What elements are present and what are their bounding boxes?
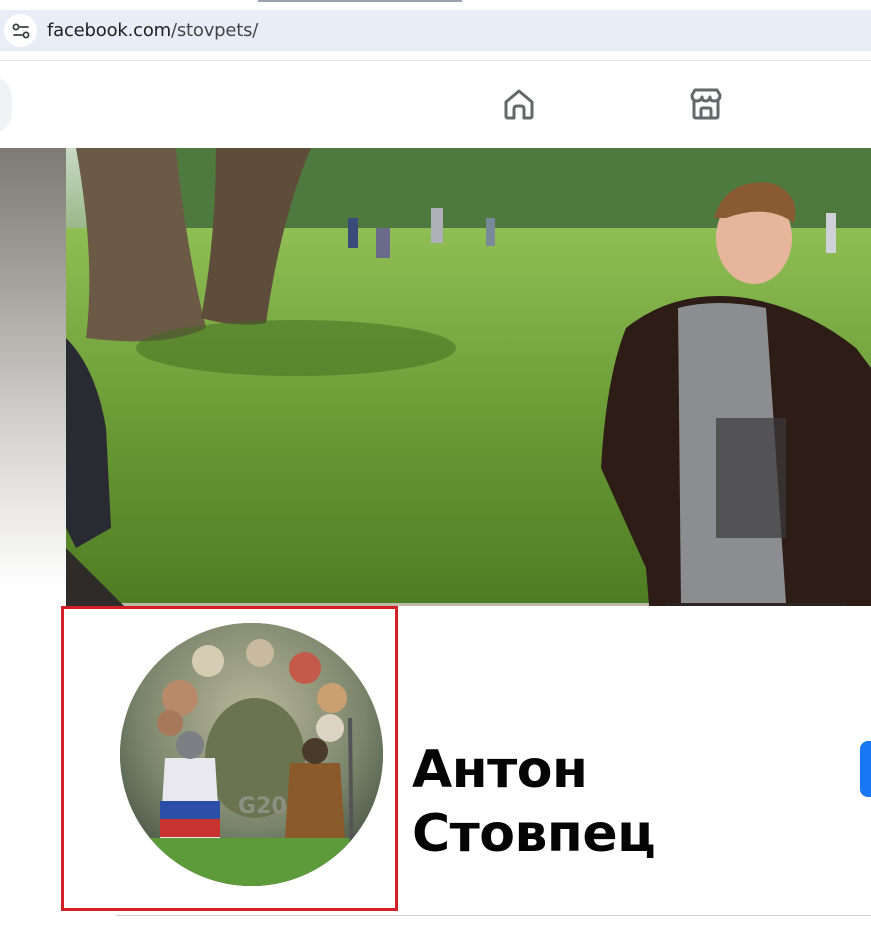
search-pill[interactable] [0,77,12,133]
site-settings-icon[interactable] [4,14,37,47]
browser-toolbar: facebook.com/stovpets/ [0,0,871,60]
address-bar[interactable]: facebook.com/stovpets/ [0,10,871,51]
profile-name: Антон Стовпец [412,738,656,866]
home-icon[interactable] [498,83,540,125]
marketplace-icon[interactable] [685,83,727,125]
avatar-highlight-box [61,606,398,911]
url-host: facebook.com [47,20,171,41]
url-path: /stovpets/ [170,20,259,41]
tab-indicator [258,0,462,2]
cover-left-shade [0,148,66,628]
header-divider [116,915,871,916]
profile-name-last: Стовпец [412,804,656,864]
profile-action-button[interactable] [860,741,871,797]
facebook-top-nav [0,60,871,148]
url-text[interactable]: facebook.com/stovpets/ [47,20,258,41]
profile-name-first: Антон [412,740,588,800]
